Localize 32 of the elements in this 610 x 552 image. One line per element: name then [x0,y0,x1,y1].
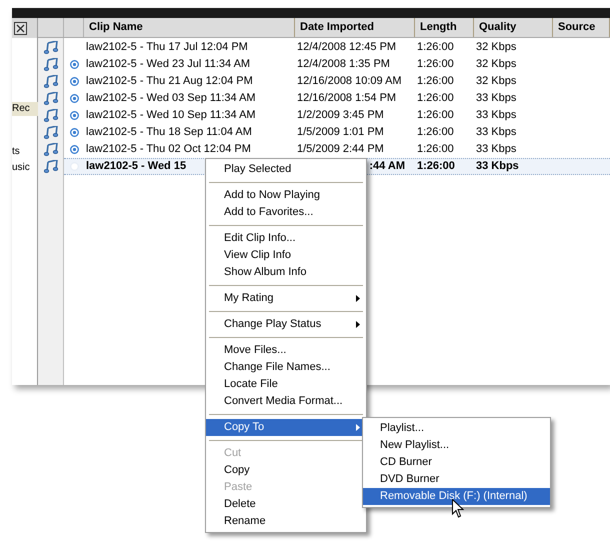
table-cell-text: 33 Kbps [476,91,516,106]
table-cell-text: 1/5/2009 1:01 PM [297,125,384,140]
table-cell-text: 12/16/2008 10:09 AM [297,74,402,90]
table-cell-text: 33 Kbps [476,108,516,124]
table-cell-text: 32 Kbps [476,40,516,56]
table-cell-text: law2102-5 - Thu 18 Sep 11:04 AM [86,125,252,140]
table-cell-text: 33 Kbps [476,125,516,140]
table-cell-text: law2102-5 - Wed 23 Jul 11:34 AM [86,57,250,72]
table-cell-text: 1:26:00 [417,142,454,158]
table-cell-text: :44 AM [369,159,405,174]
table-cell-text: 1:26:00 [417,125,454,140]
table-cell-text: law2102-5 - Thu 17 Jul 12:04 PM [86,40,248,56]
table-cell-text: law2102-5 - Wed 10 Sep 11:34 AM [86,108,256,124]
table-cell-text: 32 Kbps [476,74,516,90]
table-cell-text: 1:26:00 [417,40,454,56]
table-cell-text: 12/16/2008 1:54 PM [297,91,396,106]
table-cell-text: 33 Kbps [476,159,519,174]
table-cell-text: 12/4/2008 12:45 PM [297,40,396,56]
table-cell-text: 33 Kbps [476,142,516,158]
table-cell-text: law2102-5 - Thu 02 Oct 12:04 PM [86,142,251,158]
table-cell-text: 1:26:00 [417,57,454,72]
table-cell-text: 1:26:00 [417,91,454,106]
table-cell-text: 12/4/2008 1:35 PM [297,57,390,72]
table-cell-text: 1:26:00 [417,108,454,124]
table-cell-text: 1/2/2009 3:45 PM [297,108,384,124]
table-cell-text: law2102-5 - Wed 03 Sep 11:34 AM [86,91,256,106]
table-cell-text: law2102-5 - Wed 15 [86,159,186,174]
table-cell-text: 1:26:00 [417,74,454,90]
table-cell-text: 32 Kbps [476,57,516,72]
table-cell-text: 1:26:00 [417,159,455,174]
table-cell-text: 1/5/2009 2:44 PM [297,142,384,158]
table-cell-text: law2102-5 - Thu 21 Aug 12:04 PM [86,74,253,90]
